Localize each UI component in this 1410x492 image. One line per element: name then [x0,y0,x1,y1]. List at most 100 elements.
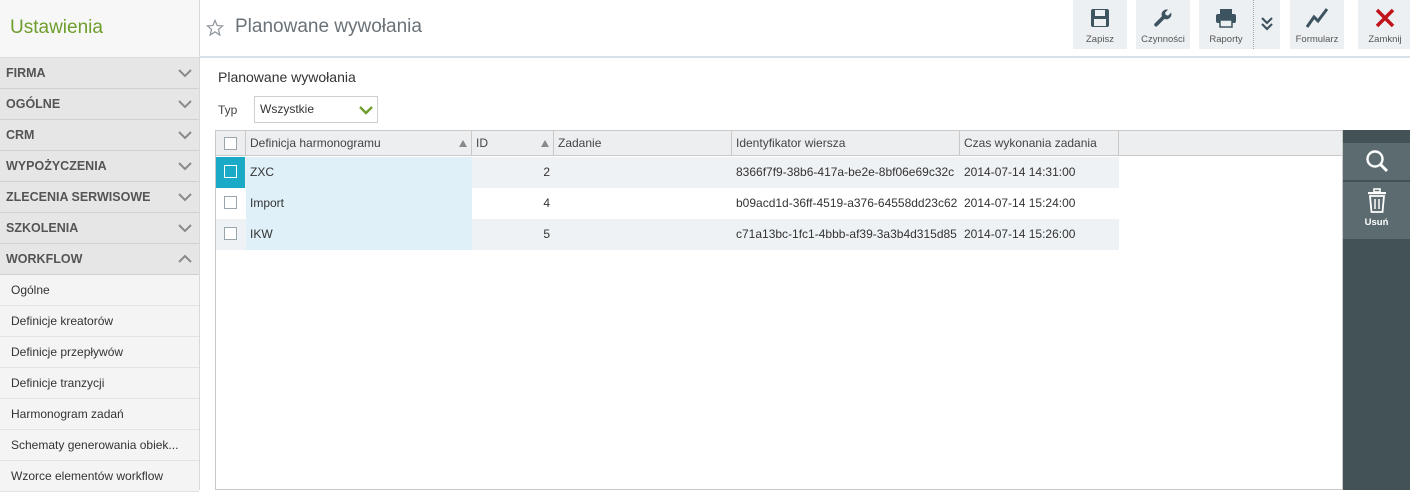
select-all-header[interactable] [216,131,246,156]
cell-row-id: b09acd1d-36ff-4519-a376-64558dd23c62 [736,196,958,210]
row-checkbox[interactable] [224,165,237,178]
sidebar-section-zlecenia-serwisowe[interactable]: ZLECENIA SERWISOWE [0,182,199,213]
actions-button[interactable]: Czynności [1136,0,1190,49]
sort-asc-icon [459,140,467,147]
form-button[interactable]: Formularz [1290,0,1344,49]
actions-label: Czynności [1141,34,1185,45]
cell-task [554,219,732,250]
star-icon[interactable] [206,19,224,37]
cell-time: 2014-07-14 15:24:00 [964,196,1076,210]
section-label: FIRMA [6,66,46,80]
delete-button[interactable]: Usuń [1343,182,1410,239]
chevron-down-icon [178,100,192,109]
sidebar-title: Ustawienia [0,0,199,58]
close-icon [1375,8,1395,28]
row-checkbox[interactable] [224,196,237,209]
column-label: ID [476,136,488,150]
row-checkbox[interactable] [224,227,237,240]
sidebar-section-ogolne[interactable]: OGÓLNE [0,89,199,120]
section-label: CRM [6,128,35,142]
sort-asc-icon [541,140,549,147]
content-title: Planowane wywołania [218,69,356,85]
more-toolbar-button[interactable] [1253,0,1280,49]
sidebar-section-szkolenia[interactable]: SZKOLENIA [0,213,199,244]
column-label: Definicja harmonogramu [250,136,381,150]
form-label: Formularz [1295,34,1339,45]
column-header-time[interactable]: Czas wykonania zadania [960,131,1119,156]
cell-definition: Import [246,188,472,219]
cell-row-id: c71a13bc-1fc1-4bbb-af39-3a3b4d315d85 [736,227,957,241]
reports-label: Raporty [1209,34,1243,45]
cell-task [554,157,732,188]
column-header-definition[interactable]: Definicja harmonogramu [246,131,472,156]
close-button[interactable]: Zamknij [1358,0,1410,49]
chevron-down-icon [178,162,192,171]
column-label: Czas wykonania zadania [964,136,1097,150]
sidebar-item-definicje-tranzycji[interactable]: Definicje tranzycji [0,368,199,399]
column-header-task[interactable]: Zadanie [554,131,732,156]
close-label: Zamknij [1368,34,1402,45]
row-checkbox-cell[interactable] [216,219,245,250]
cell-time: 2014-07-14 14:31:00 [964,165,1076,179]
cell-id: 2 [543,165,550,179]
section-label: WORKFLOW [6,252,83,266]
chevron-down-icon [178,193,192,202]
search-icon [1365,150,1388,173]
chevron-down-icon [178,69,192,78]
save-label: Zapisz [1086,34,1114,45]
chevron-down-icon [178,131,192,140]
cell-time: 2014-07-14 15:26:00 [964,227,1076,241]
save-button[interactable]: Zapisz [1073,0,1127,49]
table-row[interactable]: IKW 5 c71a13bc-1fc1-4bbb-af39-3a3b4d315d… [216,219,1119,250]
sidebar-section-wypozyczenia[interactable]: WYPOŻYCZENIA [0,151,199,182]
sidebar-item-wzorce-elementow[interactable]: Wzorce elementów workflow [0,461,199,492]
column-header-id[interactable]: ID [472,131,554,156]
page-title: Planowane wywołania [235,16,422,37]
sidebar-section-workflow[interactable]: WORKFLOW [0,244,199,275]
type-filter-label: Typ [218,103,238,117]
type-filter-select[interactable]: Wszystkie [254,96,378,123]
sidebar: Ustawienia FIRMA OGÓLNE CRM WYPOŻYCZENIA… [0,0,200,492]
section-label: ZLECENIA SERWISOWE [6,190,151,204]
reports-button[interactable]: Raporty [1199,0,1253,49]
floppy-disk-icon [1091,9,1109,27]
header: Planowane wywołania Zapisz Czynności Rap… [200,0,1410,58]
column-label: Zadanie [558,136,602,150]
select-all-checkbox[interactable] [224,137,237,150]
printer-icon [1216,9,1236,28]
double-chevron-down-icon [1261,17,1273,31]
sidebar-item-definicje-przeplywow[interactable]: Definicje przepływów [0,337,199,368]
chevron-up-icon [178,254,192,263]
chevron-down-icon [178,224,192,233]
trash-icon [1367,188,1386,213]
row-checkbox-cell[interactable] [216,188,245,219]
section-label: SZKOLENIA [6,221,79,235]
cell-id: 5 [543,227,550,241]
column-header-row-id[interactable]: Identyfikator wiersza [732,131,960,156]
chevron-down-icon [359,106,373,115]
sidebar-item-ogolne[interactable]: Ogólne [0,275,199,306]
lightning-icon [1305,8,1329,28]
search-button[interactable] [1343,143,1410,180]
section-label: WYPOŻYCZENIA [6,159,107,173]
section-label: OGÓLNE [6,97,61,111]
cell-row-id: 8366f7f9-38b6-417a-be2e-8bf06e69c32c [736,165,955,179]
sidebar-item-definicje-kreatorow[interactable]: Definicje kreatorów [0,306,199,337]
actions-panel: Usuń [1343,130,1410,490]
type-filter-value: Wszystkie [260,102,314,116]
wrench-icon [1154,9,1172,27]
sidebar-section-firma[interactable]: FIRMA [0,58,199,89]
sidebar-section-crm[interactable]: CRM [0,120,199,151]
sidebar-item-harmonogram-zadan[interactable]: Harmonogram zadań [0,399,199,430]
grid-header: Definicja harmonogramu ID Zadanie Identy… [216,131,1342,156]
cell-task [554,188,732,219]
cell-id: 4 [543,196,550,210]
delete-label: Usuń [1364,217,1389,228]
table-row[interactable]: ZXC 2 8366f7f9-38b6-417a-be2e-8bf06e69c3… [216,157,1119,188]
column-label: Identyfikator wiersza [736,136,846,150]
row-checkbox-cell[interactable] [216,157,245,188]
table-row[interactable]: Import 4 b09acd1d-36ff-4519-a376-64558dd… [216,188,1119,219]
scheduled-calls-grid: Definicja harmonogramu ID Zadanie Identy… [215,130,1343,490]
sidebar-item-schematy-generowania[interactable]: Schematy generowania obiek... [0,430,199,461]
cell-definition: ZXC [246,157,472,188]
